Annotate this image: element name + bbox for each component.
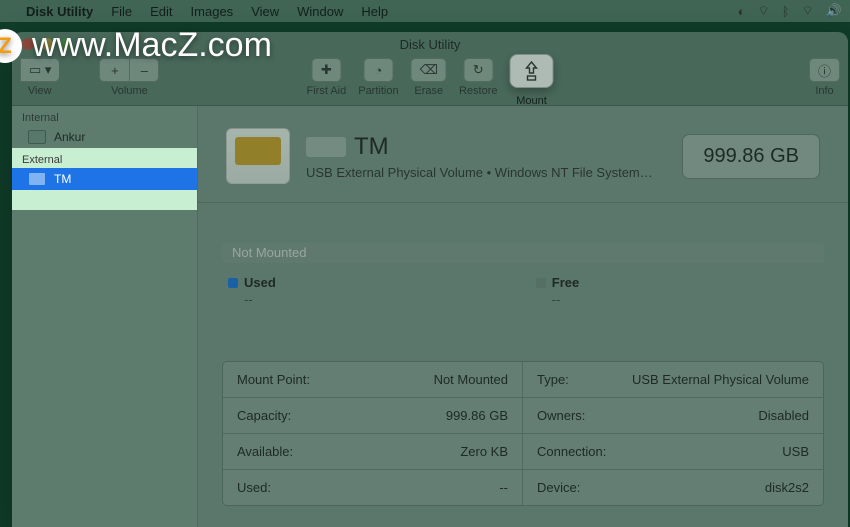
mount-point-value: Not Mounted: [434, 372, 508, 387]
connection-value: USB: [782, 444, 809, 459]
device-label: Device:: [537, 480, 580, 495]
system-menubar: Disk Utility File Edit Images View Windo…: [0, 0, 850, 22]
wifi-router-icon[interactable]: ⌔: [758, 3, 770, 19]
sidebar-header-internal: Internal: [12, 106, 197, 126]
first-aid-label: First Aid: [306, 85, 346, 97]
wifi-icon[interactable]: ⌔: [802, 3, 814, 19]
sync-status-icon[interactable]: ◐: [738, 4, 746, 19]
capacity-value: 999.86 GB: [446, 408, 508, 423]
usage-summary: Used -- Free --: [198, 271, 848, 311]
sidebar-item-ankur[interactable]: Ankur: [12, 126, 197, 148]
used-swatch-icon: [228, 278, 238, 288]
owners-value: Disabled: [758, 408, 809, 423]
used-label: Used: [244, 275, 276, 290]
sidebar-spacer: [12, 190, 197, 210]
sidebar-header-external: External: [12, 148, 197, 168]
menu-file[interactable]: File: [111, 4, 132, 19]
volume-icon[interactable]: 🔊: [826, 3, 842, 19]
status-bar: Not Mounted: [222, 243, 824, 263]
erase-label: Erase: [414, 85, 443, 97]
partition-label: Partition: [358, 85, 398, 97]
watermark: Z www.MacZ.com: [0, 26, 838, 65]
redacted-icon: [306, 137, 346, 157]
watermark-logo: Z: [0, 29, 22, 63]
main-pane: TM USB External Physical Volume • Window…: [198, 106, 848, 527]
type-value: USB External Physical Volume: [632, 372, 809, 387]
watermark-text: www.MacZ.com: [32, 26, 272, 65]
used-value: --: [244, 292, 276, 307]
connection-label: Connection:: [537, 444, 606, 459]
menu-help[interactable]: Help: [361, 4, 388, 19]
available-value: Zero KB: [460, 444, 508, 459]
volume-size: 999.86 GB: [682, 134, 820, 179]
available-label: Available:: [237, 444, 293, 459]
volume-label: Volume: [111, 85, 148, 97]
info-table: Mount Point: Not Mounted Type: USB Externa…: [222, 361, 824, 506]
capacity-label: Capacity:: [237, 408, 291, 423]
menu-edit[interactable]: Edit: [150, 4, 172, 19]
disk-icon: [28, 172, 46, 186]
mount-point-label: Mount Point:: [237, 372, 310, 387]
sidebar-item-label: Ankur: [54, 130, 85, 144]
disk-utility-window: Disk Utility ▭ ▾ View + – Volume ✚: [12, 32, 848, 527]
drive-icon: [226, 128, 290, 184]
disk-icon: [28, 130, 46, 144]
restore-label: Restore: [459, 85, 498, 97]
owners-label: Owners:: [537, 408, 585, 423]
sidebar-item-tm[interactable]: TM: [12, 168, 197, 190]
app-menu[interactable]: Disk Utility: [26, 4, 93, 19]
view-label: View: [28, 85, 52, 97]
bluetooth-icon[interactable]: ᛒ: [782, 4, 790, 19]
free-swatch-icon: [536, 278, 546, 288]
volume-title: TM: [306, 133, 653, 161]
menu-view[interactable]: View: [251, 4, 279, 19]
menu-images[interactable]: Images: [191, 4, 234, 19]
type-label: Type:: [537, 372, 569, 387]
volume-subtitle: USB External Physical Volume • Windows N…: [306, 165, 653, 180]
free-value: --: [552, 292, 579, 307]
used-row-label: Used:: [237, 480, 271, 495]
menu-window[interactable]: Window: [297, 4, 343, 19]
sidebar-item-label: TM: [54, 172, 71, 186]
free-label: Free: [552, 275, 579, 290]
used-row-value: --: [499, 480, 508, 495]
device-value: disk2s2: [765, 480, 809, 495]
sidebar: Internal Ankur External TM: [12, 106, 198, 527]
info-label: Info: [815, 85, 833, 97]
